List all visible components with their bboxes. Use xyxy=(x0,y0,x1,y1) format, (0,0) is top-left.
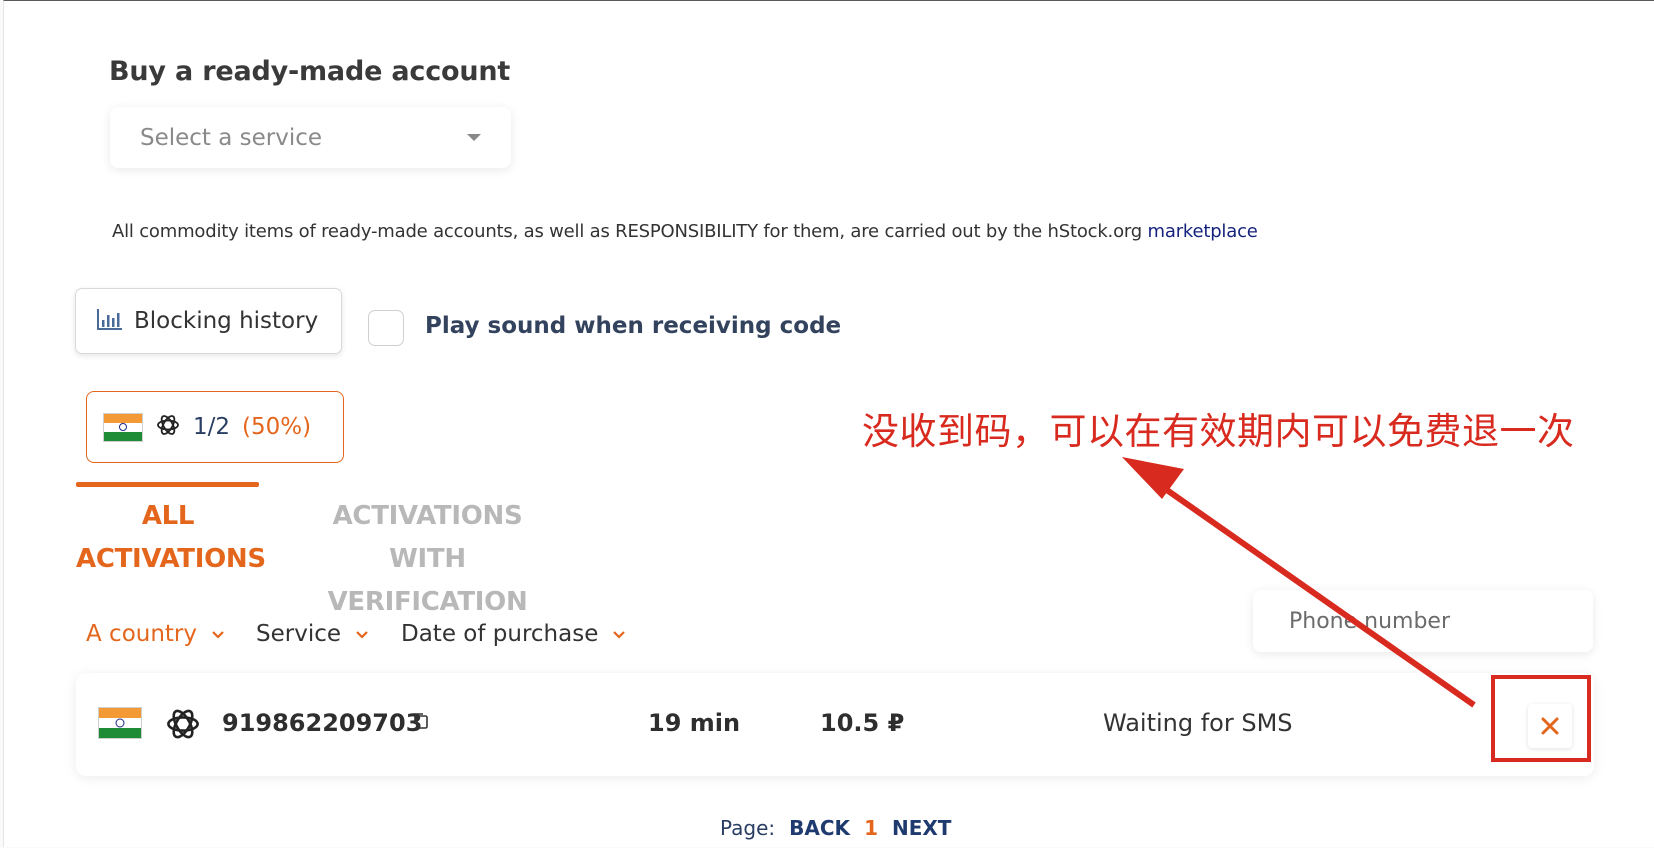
activation-percent: (50%) xyxy=(242,414,312,440)
page: Buy a ready-made account Select a servic… xyxy=(3,0,1654,847)
active-tab-indicator xyxy=(76,482,259,487)
blocking-history-button[interactable]: Blocking history xyxy=(75,288,342,354)
pagination: Page: BACK 1 NEXT xyxy=(720,816,951,840)
annotation-text: 没收到码，可以在有效期内可以免费退一次 xyxy=(862,410,1575,453)
filter-date-of-purchase[interactable]: Date of purchase xyxy=(401,621,626,647)
tab-all-activations[interactable]: ALL ACTIVATIONS xyxy=(76,495,266,581)
activation-phone-number: 919862209703 xyxy=(222,709,423,737)
phone-number-search-input[interactable] xyxy=(1253,590,1593,652)
activation-price: 10.5 ₽ xyxy=(820,709,905,737)
activation-time-left: 19 min xyxy=(648,709,741,737)
tab-verif-line2: WITH VERIFICATION xyxy=(327,544,528,617)
bar-chart-icon xyxy=(96,307,124,335)
blocking-history-label: Blocking history xyxy=(134,308,319,334)
openai-icon xyxy=(155,412,181,442)
chevron-down-icon xyxy=(212,631,224,639)
country-service-stat[interactable]: 1/2 (50%) xyxy=(86,391,344,463)
service-select[interactable]: Select a service xyxy=(110,107,511,168)
activation-ratio: 1/2 xyxy=(193,414,231,440)
openai-icon xyxy=(164,705,202,747)
copy-icon[interactable] xyxy=(412,711,430,735)
filter-service[interactable]: Service xyxy=(256,621,369,647)
tab-verif-line1: ACTIVATIONS xyxy=(332,501,523,531)
marketplace-link[interactable]: marketplace xyxy=(1148,221,1258,242)
notice-text: All commodity items of ready-made accoun… xyxy=(112,221,1148,242)
marketplace-notice: All commodity items of ready-made accoun… xyxy=(112,221,1258,242)
tab-activations-with-verification[interactable]: ACTIVATIONS WITH VERIFICATION xyxy=(285,495,570,624)
caret-down-icon xyxy=(467,134,481,141)
chevron-down-icon xyxy=(356,631,368,639)
activation-status: Waiting for SMS xyxy=(1103,709,1293,737)
tab-all-line2: ACTIVATIONS xyxy=(76,544,266,574)
page-title: Buy a ready-made account xyxy=(109,56,511,87)
chevron-down-icon xyxy=(613,631,626,639)
tab-all-line1: ALL xyxy=(141,501,195,531)
pagination-next[interactable]: NEXT xyxy=(892,816,951,840)
india-flag-icon xyxy=(103,412,143,442)
activation-row: 919862209703 19 min 10.5 ₽ Waiting for S… xyxy=(76,673,1594,776)
play-sound-checkbox[interactable] xyxy=(368,310,404,346)
filter-date-label: Date of purchase xyxy=(401,621,599,647)
annotation-highlight-box xyxy=(1491,675,1591,762)
service-select-placeholder: Select a service xyxy=(140,124,323,151)
filter-service-label: Service xyxy=(256,621,342,647)
filter-country-label: A country xyxy=(86,621,198,647)
filter-country[interactable]: A country xyxy=(86,621,225,647)
india-flag-icon xyxy=(98,707,142,739)
pagination-label: Page: xyxy=(720,816,776,840)
pagination-back[interactable]: BACK xyxy=(789,816,850,840)
play-sound-label[interactable]: Play sound when receiving code xyxy=(425,313,841,339)
pagination-current[interactable]: 1 xyxy=(864,816,878,840)
